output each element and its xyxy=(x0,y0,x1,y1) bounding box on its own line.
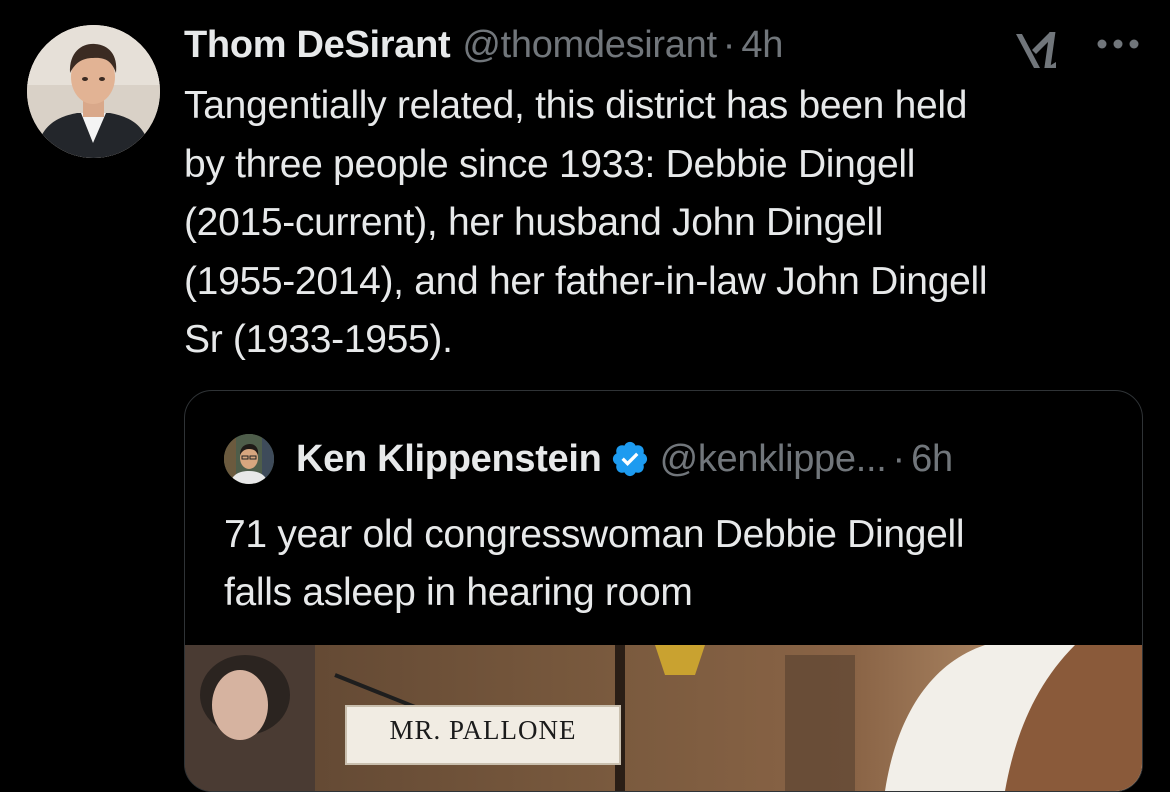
nameplate-text: MR. PALLONE xyxy=(345,705,621,765)
tweet-text: Tangentially related, this district has … xyxy=(184,77,1154,370)
tweet-text-line: Sr (1933-1955). xyxy=(184,318,453,361)
quoted-tweet-header: Ken Klippenstein @kenklippe... · 6h xyxy=(224,434,953,484)
tweet[interactable]: Thom DeSirant @thomdesirant · 4h Tangent… xyxy=(0,0,1170,792)
video-thumbnail-image xyxy=(185,645,1142,791)
quoted-tweet[interactable]: Ken Klippenstein @kenklippe... · 6h 71 y… xyxy=(184,390,1143,792)
quoted-header-separator: · xyxy=(892,437,906,480)
more-horizontal-icon[interactable] xyxy=(1096,38,1140,50)
tweet-timestamp[interactable]: 4h xyxy=(741,20,783,70)
profile-photo-icon xyxy=(27,25,160,158)
header-separator: · xyxy=(722,24,736,66)
author-handle[interactable]: @thomdesirant xyxy=(462,20,717,70)
quoted-text-line: falls asleep in hearing room xyxy=(224,571,693,614)
author-avatar[interactable] xyxy=(27,25,160,158)
grok-icon[interactable] xyxy=(1012,28,1064,74)
tweet-header: Thom DeSirant @thomdesirant · 4h xyxy=(184,20,783,70)
author-display-name[interactable]: Thom DeSirant xyxy=(184,20,451,70)
quoted-author-handle[interactable]: @kenklippe... xyxy=(660,438,887,481)
quoted-text-line: 71 year old congresswoman Debbie Dingell xyxy=(224,513,965,556)
tweet-text-line: Tangentially related, this district has … xyxy=(184,84,968,127)
verified-badge-icon xyxy=(612,441,647,477)
tweet-text-line: (1955-2014), and her father-in-law John … xyxy=(184,259,988,303)
quoted-tweet-text: 71 year old congresswoman Debbie Dingell… xyxy=(224,506,1124,622)
tweet-text-line: by three people since 1933: Debbie Dinge… xyxy=(184,142,916,186)
tweet-text-line: (2015-current), her husband John Dingell xyxy=(184,201,884,244)
quoted-author-avatar[interactable] xyxy=(224,434,274,484)
quoted-author-display-name[interactable]: Ken Klippenstein xyxy=(296,438,602,481)
profile-photo-icon xyxy=(224,434,274,484)
quoted-tweet-timestamp[interactable]: 6h xyxy=(911,438,953,481)
quoted-tweet-media[interactable]: MR. PALLONE xyxy=(185,645,1142,791)
